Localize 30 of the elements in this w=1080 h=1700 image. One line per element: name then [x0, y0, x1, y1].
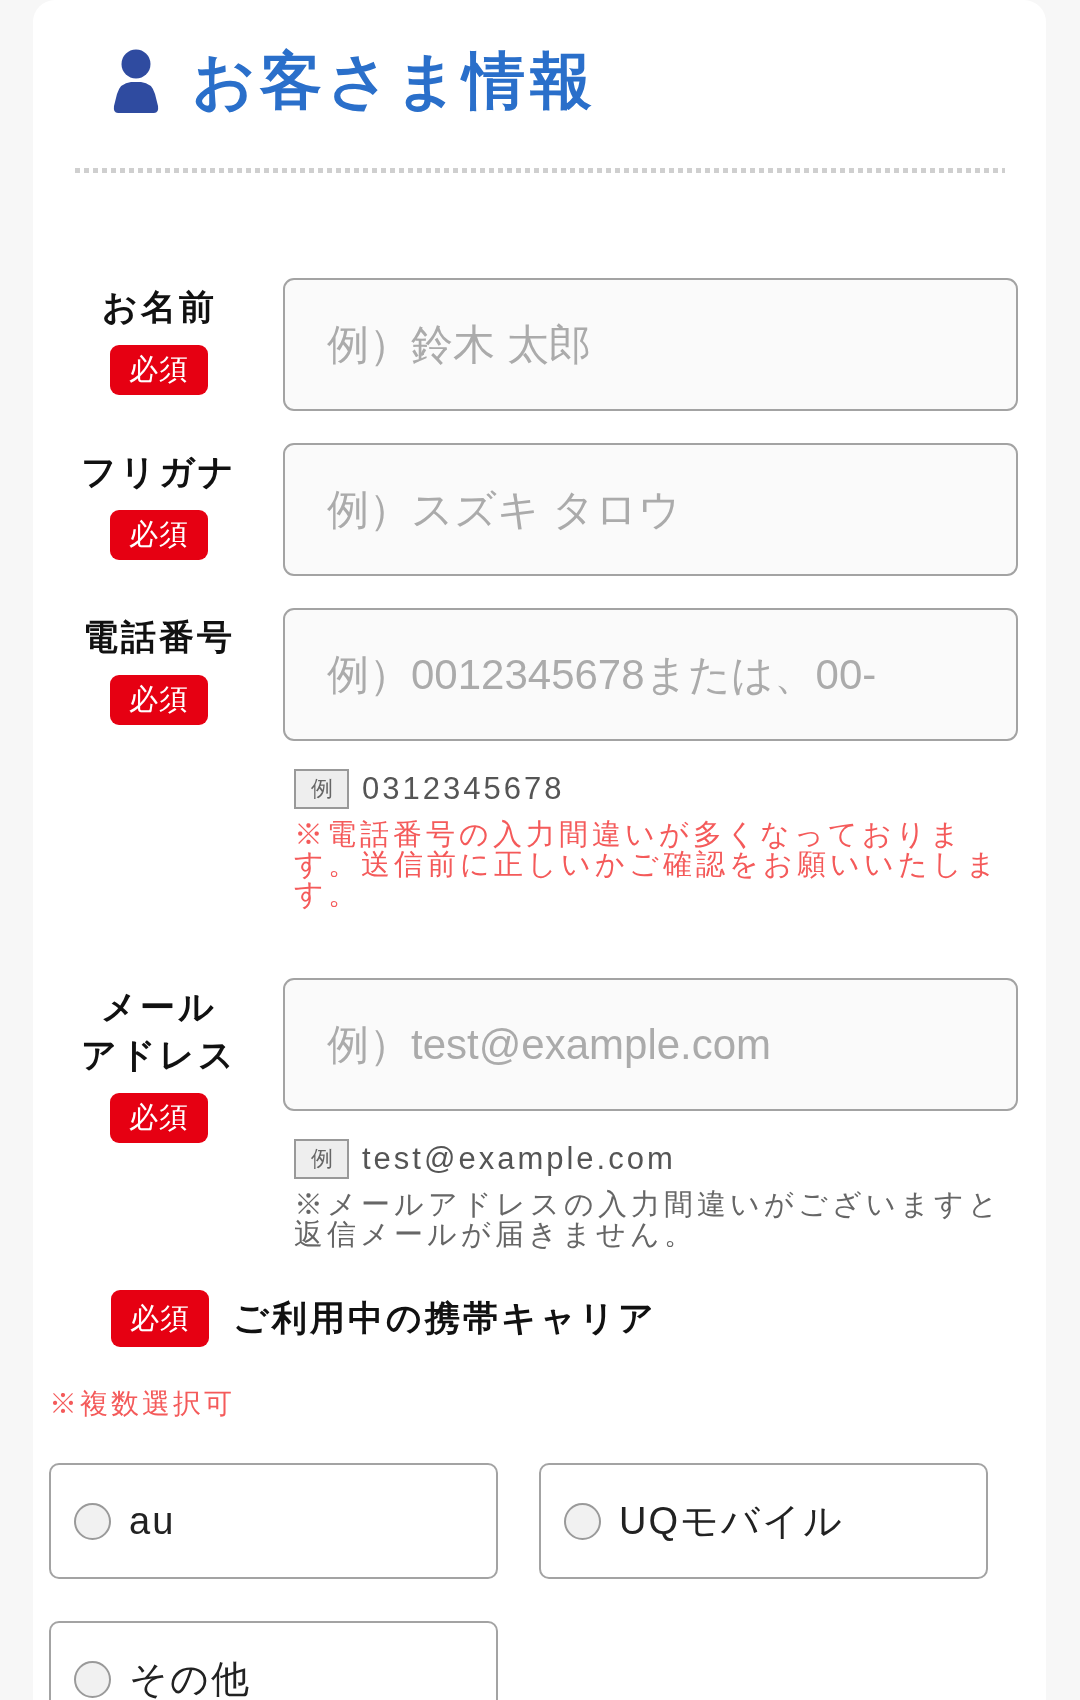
example-text: test@example.com [362, 1141, 676, 1177]
required-badge: 必須 [110, 675, 208, 725]
carrier-option[interactable]: その他 [49, 1621, 498, 1700]
field-label: お名前 [101, 286, 217, 328]
example-tag: 例 [294, 1139, 349, 1179]
required-badge: 必須 [111, 1290, 209, 1347]
radio-button[interactable] [74, 1660, 111, 1698]
field-label: メール [101, 986, 217, 1028]
text-input[interactable]: 例）鈴木 太郎 [283, 278, 1018, 411]
field-label: アドレス [81, 1034, 237, 1076]
example-text: 0312345678 [362, 771, 565, 807]
carrier-option[interactable]: au [49, 1463, 498, 1579]
field-label: 電話番号 [83, 616, 235, 658]
radio-button[interactable] [564, 1502, 601, 1540]
required-badge: 必須 [110, 1093, 208, 1143]
radio-button[interactable] [74, 1502, 111, 1540]
carrier-option[interactable]: UQモバイル [539, 1463, 988, 1579]
example-tag: 例 [294, 769, 349, 809]
user-icon [113, 49, 159, 113]
required-badge: 必須 [110, 510, 208, 560]
carrier-title: ご利用中の携帯キャリア [233, 1297, 657, 1339]
section-title: お客さま情報 [192, 45, 597, 117]
required-badge: 必須 [110, 345, 208, 395]
field-label: フリガナ [81, 451, 237, 493]
multi-select-note: ※複数選択可 [49, 1387, 235, 1421]
text-input[interactable]: 例）スズキ タロウ [283, 443, 1018, 576]
note-text: ※電話番号の入力間違いが多くなっております。送信前に正しいかご確認をお願いいたします。 [294, 819, 1001, 909]
text-input[interactable]: 例）test@example.com [283, 978, 1018, 1111]
text-input[interactable]: 例）0012345678または、00- [283, 608, 1018, 741]
note-text: ※メールアドレスの入力間違いがございますと返信メールが届きません。 [294, 1189, 1003, 1249]
